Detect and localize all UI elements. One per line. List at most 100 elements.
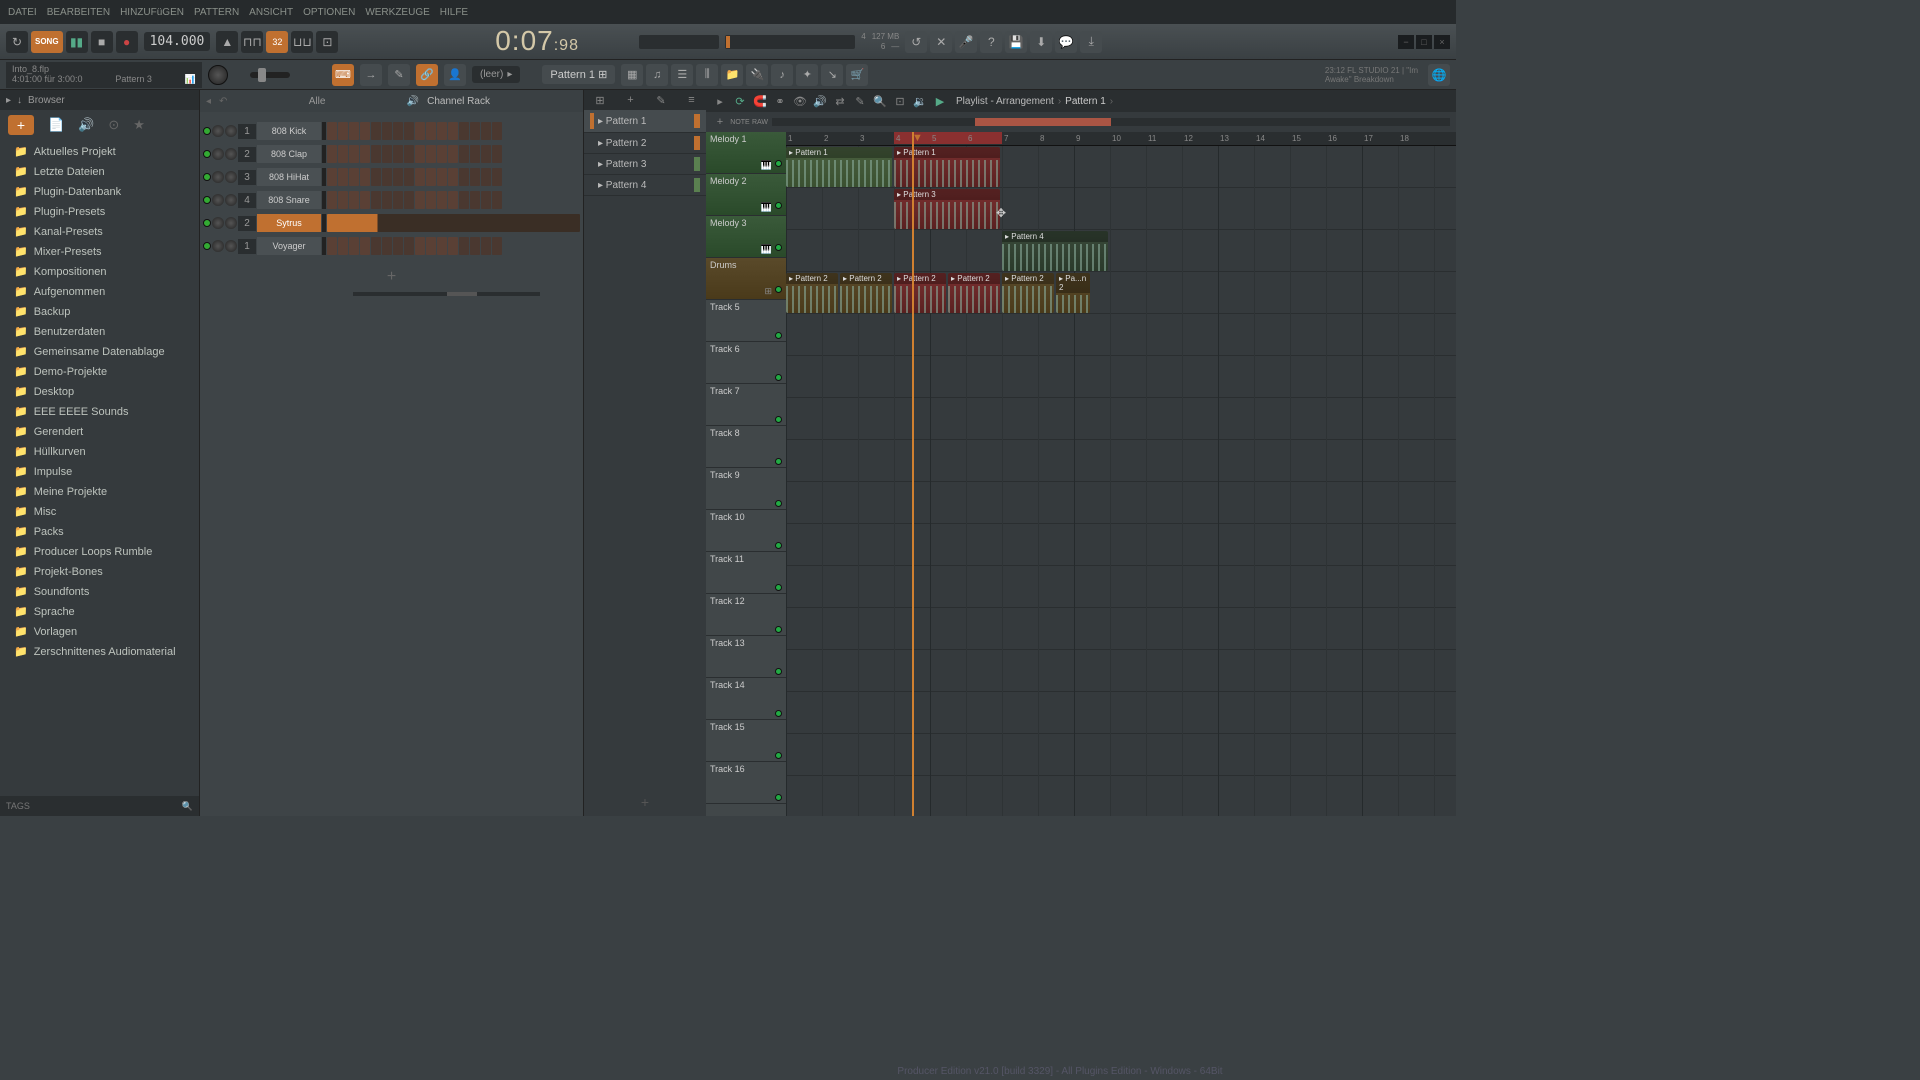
add-folder-button[interactable]: + xyxy=(8,115,34,135)
browser-item[interactable]: 📁Aufgenommen xyxy=(0,282,199,302)
volume-knob[interactable] xyxy=(208,65,228,85)
browser-item[interactable]: 📁Gemeinsame Datenablage xyxy=(0,342,199,362)
tags-label[interactable]: TAGS xyxy=(6,801,30,811)
playlist-track[interactable] xyxy=(786,440,1456,482)
pl-sync-icon[interactable]: ⟳ xyxy=(732,93,748,109)
pattern-item[interactable]: ▸ Pattern 2 xyxy=(584,133,706,154)
track-header[interactable]: Track 12 xyxy=(706,594,786,636)
channel-number[interactable]: 2 xyxy=(238,216,256,231)
pl-add-track-icon[interactable]: + xyxy=(712,114,728,130)
pp-edit-icon[interactable]: ✎ xyxy=(656,94,665,107)
menu-item[interactable]: WERKZEUGE xyxy=(361,5,433,20)
step[interactable] xyxy=(393,145,403,163)
step[interactable] xyxy=(481,145,491,163)
step[interactable] xyxy=(338,168,348,186)
track-led[interactable] xyxy=(775,286,782,293)
close-button[interactable]: × xyxy=(1434,35,1450,49)
menu-item[interactable]: HINZUFüGEN xyxy=(116,5,188,20)
step[interactable] xyxy=(371,237,381,255)
browser-item[interactable]: 📁Producer Loops Rumble xyxy=(0,542,199,562)
audio-icon[interactable]: 🔊 xyxy=(78,117,94,133)
step[interactable] xyxy=(481,168,491,186)
pan-knob[interactable] xyxy=(212,171,224,183)
track-header[interactable]: Track 13 xyxy=(706,636,786,678)
track-led[interactable] xyxy=(775,332,782,339)
pl-mode-icon[interactable]: NOTE xyxy=(732,114,748,130)
step-button[interactable]: → xyxy=(360,64,382,86)
vol-knob[interactable] xyxy=(225,148,237,160)
link-icon[interactable]: 🔗 xyxy=(416,64,438,86)
playlist-track[interactable] xyxy=(786,734,1456,776)
refresh-icon[interactable]: 📄 xyxy=(48,117,64,133)
step[interactable] xyxy=(393,168,403,186)
step[interactable] xyxy=(426,168,436,186)
playlist-track[interactable] xyxy=(786,650,1456,692)
channel-number[interactable]: 4 xyxy=(238,193,256,208)
step[interactable] xyxy=(448,168,458,186)
browser-item[interactable]: 📁Zerschnittenes Audiomaterial xyxy=(0,642,199,662)
channel-led[interactable] xyxy=(203,173,211,181)
step[interactable] xyxy=(393,122,403,140)
playlist-track[interactable] xyxy=(786,230,1456,272)
step[interactable] xyxy=(404,168,414,186)
track-led[interactable] xyxy=(775,542,782,549)
step[interactable] xyxy=(349,191,359,209)
step[interactable] xyxy=(426,191,436,209)
step[interactable] xyxy=(327,122,337,140)
playlist-clip[interactable]: ▸ Pattern 3 xyxy=(894,189,1000,229)
pattern-item[interactable]: ▸ Pattern 4 xyxy=(584,175,706,196)
step[interactable] xyxy=(459,122,469,140)
playlist-track[interactable] xyxy=(786,692,1456,734)
playhead[interactable] xyxy=(912,132,914,816)
pan-knob[interactable] xyxy=(212,125,224,137)
loop-region[interactable] xyxy=(894,132,1002,144)
stop-button[interactable]: ■ xyxy=(91,31,113,53)
typing-keyboard-button[interactable]: ⌨ xyxy=(332,64,354,86)
time-display[interactable]: 0:07:98 xyxy=(495,25,579,59)
help-icon[interactable]: ? xyxy=(980,31,1002,53)
menu-item[interactable]: BEARBEITEN xyxy=(43,5,114,20)
channel-name[interactable]: 808 Clap xyxy=(257,145,321,163)
step[interactable] xyxy=(338,122,348,140)
playlist-track[interactable] xyxy=(786,398,1456,440)
step[interactable] xyxy=(360,191,370,209)
step[interactable] xyxy=(415,191,425,209)
browser-item[interactable]: 📁Plugin-Presets xyxy=(0,202,199,222)
piano-roll-preview[interactable] xyxy=(327,214,580,232)
step[interactable] xyxy=(459,168,469,186)
vol-knob[interactable] xyxy=(225,194,237,206)
snap-dropdown[interactable]: (leer) ▸ xyxy=(472,66,520,83)
browser-item[interactable]: 📁Projekt-Bones xyxy=(0,562,199,582)
pl-swap-icon[interactable]: ⇄ xyxy=(832,93,848,109)
track-header[interactable]: Track 10 xyxy=(706,510,786,552)
step[interactable] xyxy=(327,191,337,209)
track-header[interactable]: Track 5 xyxy=(706,300,786,342)
settings-icon[interactable]: ⊙ xyxy=(108,117,119,133)
playlist-track[interactable] xyxy=(786,776,1456,816)
step[interactable] xyxy=(437,237,447,255)
browser-item[interactable]: 📁Gerendert xyxy=(0,422,199,442)
step[interactable] xyxy=(492,191,502,209)
count-icon[interactable]: ⊔⊔ xyxy=(291,31,313,53)
add-channel-button[interactable]: + xyxy=(203,258,580,286)
step[interactable] xyxy=(404,122,414,140)
channel-led[interactable] xyxy=(203,196,211,204)
step[interactable] xyxy=(349,168,359,186)
channel-number[interactable]: 1 xyxy=(238,124,256,139)
track-led[interactable] xyxy=(775,626,782,633)
download-icon[interactable]: ⤓ xyxy=(1080,31,1102,53)
playlist-clip[interactable]: ▸ Pattern 1 xyxy=(786,147,892,187)
metronome-icon[interactable]: ▲ xyxy=(216,31,238,53)
step[interactable] xyxy=(448,122,458,140)
step[interactable] xyxy=(437,145,447,163)
collapse-icon[interactable]: ▸ xyxy=(6,95,11,106)
track-header[interactable]: Track 11 xyxy=(706,552,786,594)
menu-item[interactable]: ANSICHT xyxy=(245,5,297,20)
add-pattern-button[interactable]: + xyxy=(584,788,706,816)
play-button[interactable]: ▮▮ xyxy=(66,31,88,53)
pl-mode2-icon[interactable]: RAW xyxy=(752,114,768,130)
menu-item[interactable]: OPTIONEN xyxy=(299,5,359,20)
pp-menu-icon[interactable]: ≡ xyxy=(688,94,694,106)
playlist-clip[interactable]: ▸ Pattern 4 xyxy=(1002,231,1108,271)
channel-number[interactable]: 1 xyxy=(238,239,256,254)
